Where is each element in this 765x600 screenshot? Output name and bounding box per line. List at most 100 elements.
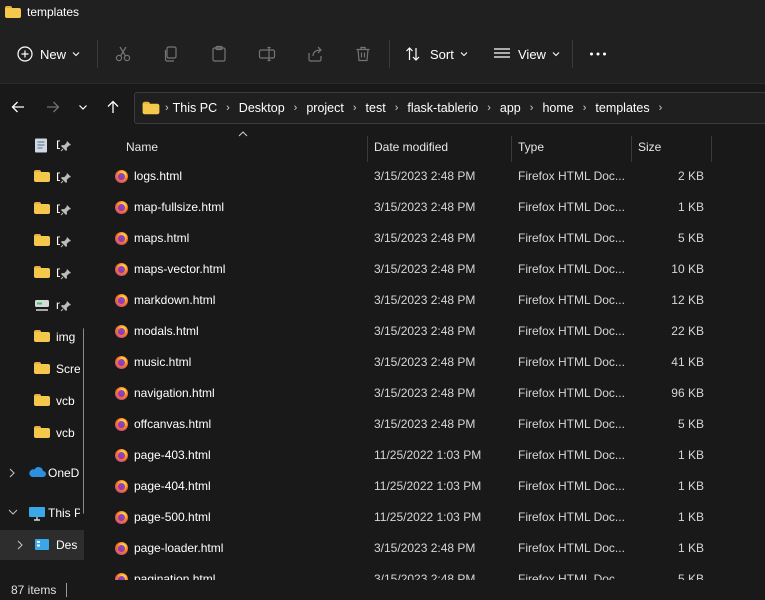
- file-name: map-fullsize.html: [134, 200, 225, 214]
- column-header-size[interactable]: Size: [638, 140, 661, 154]
- column-header-name[interactable]: Name: [126, 140, 158, 154]
- file-size: 1 KB: [677, 448, 704, 462]
- file-date: 3/15/2023 2:48 PM: [374, 200, 476, 214]
- copy-button[interactable]: [162, 38, 180, 70]
- file-type: Firefox HTML Doc...: [518, 386, 624, 400]
- firefox-html-icon: [115, 294, 128, 307]
- breadcrumb-item[interactable]: app ›: [500, 101, 543, 115]
- recent-locations-button[interactable]: [74, 98, 92, 116]
- share-icon: [308, 46, 322, 62]
- arrow-right-icon: [47, 101, 60, 113]
- file-list: Name Date modified Type Size logs.html 3/…: [96, 130, 765, 580]
- monitor-icon: [28, 506, 46, 524]
- sidebar-item[interactable]: D: [0, 258, 84, 288]
- view-button[interactable]: View: [493, 38, 560, 70]
- breadcrumb-separator-icon: ›: [529, 102, 534, 114]
- column-divider[interactable]: [711, 136, 712, 162]
- file-name: maps.html: [134, 231, 190, 245]
- sidebar-item[interactable]: D: [0, 226, 84, 256]
- file-size: 5 KB: [677, 572, 704, 580]
- paste-button[interactable]: [210, 38, 228, 70]
- more-options-button[interactable]: [589, 38, 607, 70]
- sidebar-item-label: This P: [48, 506, 80, 520]
- file-type: Firefox HTML Doc...: [518, 169, 624, 183]
- column-header-date[interactable]: Date modified: [374, 140, 448, 154]
- folder-icon: [34, 170, 50, 185]
- sidebar-item[interactable]: OneD: [0, 458, 84, 488]
- sidebar-item[interactable]: D: [0, 194, 84, 224]
- sidebar-item[interactable]: img: [0, 322, 84, 352]
- column-divider[interactable]: [511, 136, 512, 162]
- breadcrumb-item[interactable]: This PC ›: [173, 101, 239, 115]
- file-type: Firefox HTML Doc...: [518, 200, 624, 214]
- table-row[interactable]: markdown.html 3/15/2023 2:48 PM Firefox HT…: [96, 285, 765, 316]
- column-header-type[interactable]: Type: [518, 140, 544, 154]
- table-row[interactable]: music.html 3/15/2023 2:48 PM Firefox HTML …: [96, 347, 765, 378]
- breadcrumb-item[interactable]: project ›: [306, 101, 365, 115]
- breadcrumb-item[interactable]: templates ›: [595, 101, 671, 115]
- address-bar[interactable]: › This PC › Desktop › project › test › flask…: [134, 92, 765, 124]
- chevron-right-icon[interactable]: [8, 468, 16, 478]
- new-button[interactable]: New: [17, 38, 80, 70]
- file-date: 3/15/2023 2:48 PM: [374, 417, 476, 431]
- sidebar-item[interactable]: Des: [0, 530, 84, 560]
- sidebar-item[interactable]: n: [0, 290, 84, 320]
- file-size: 1 KB: [677, 541, 704, 555]
- table-row[interactable]: page-500.html 11/25/2022 1:03 PM Firefox H…: [96, 502, 765, 533]
- forward-button[interactable]: [44, 98, 62, 116]
- sidebar-item[interactable]: D: [0, 162, 84, 192]
- sidebar-item-label: Des: [56, 538, 78, 552]
- table-row[interactable]: page-loader.html 3/15/2023 2:48 PM Firefox…: [96, 533, 765, 564]
- folder-icon: [34, 426, 50, 441]
- breadcrumb-item[interactable]: Desktop ›: [239, 101, 307, 115]
- table-row[interactable]: modals.html 3/15/2023 2:48 PM Firefox HTML…: [96, 316, 765, 347]
- plus-circle-icon: [17, 46, 33, 62]
- sidebar-item[interactable]: This P: [0, 498, 84, 528]
- breadcrumb-item[interactable]: test ›: [366, 101, 408, 115]
- column-divider[interactable]: [367, 136, 368, 162]
- folder-icon: [34, 266, 50, 281]
- sidebar-item[interactable]: Scre: [0, 354, 84, 384]
- chevron-down-icon: [72, 52, 80, 57]
- chevron-right-icon[interactable]: [16, 540, 24, 550]
- table-row[interactable]: page-404.html 11/25/2022 1:03 PM Firefox H…: [96, 471, 765, 502]
- share-button[interactable]: [306, 38, 324, 70]
- table-row[interactable]: maps-vector.html 3/15/2023 2:48 PM Firefox…: [96, 254, 765, 285]
- title-bar[interactable]: templates: [0, 0, 765, 24]
- column-divider[interactable]: [631, 136, 632, 162]
- sidebar-item[interactable]: vcb: [0, 386, 84, 416]
- desktop-icon: [34, 538, 50, 555]
- scrollbar-thumb[interactable]: [83, 328, 84, 514]
- delete-button[interactable]: [354, 38, 372, 70]
- table-row[interactable]: page-403.html 11/25/2022 1:03 PM Firefox H…: [96, 440, 765, 471]
- table-row[interactable]: map-fullsize.html 3/15/2023 2:48 PM Firefo…: [96, 192, 765, 223]
- view-label: View: [518, 46, 546, 62]
- up-button[interactable]: [104, 98, 122, 116]
- firefox-html-icon: [115, 356, 128, 369]
- chevron-down-icon[interactable]: [8, 508, 18, 516]
- file-size: 1 KB: [677, 510, 704, 524]
- rename-button[interactable]: [258, 38, 276, 70]
- file-date: 11/25/2022 1:03 PM: [374, 510, 482, 524]
- breadcrumb-item[interactable]: home ›: [542, 101, 595, 115]
- table-row[interactable]: logs.html 3/15/2023 2:48 PM Firefox HTML D…: [96, 161, 765, 192]
- sidebar-item[interactable]: vcb: [0, 418, 84, 448]
- sidebar-item[interactable]: D: [0, 130, 84, 160]
- file-size: 22 KB: [671, 324, 704, 338]
- table-row[interactable]: navigation.html 3/15/2023 2:48 PM Firefox …: [96, 378, 765, 409]
- firefox-html-icon: [115, 449, 128, 462]
- cut-button[interactable]: [114, 38, 132, 70]
- table-row[interactable]: maps.html 3/15/2023 2:48 PM Firefox HTML D…: [96, 223, 765, 254]
- file-type: Firefox HTML Doc...: [518, 510, 624, 524]
- file-type: Firefox HTML Doc...: [518, 541, 624, 555]
- command-bar: New Sort View: [0, 24, 765, 84]
- sort-button[interactable]: Sort: [405, 38, 468, 70]
- breadcrumb-item[interactable]: flask-tablerio ›: [407, 101, 500, 115]
- file-date: 3/15/2023 2:48 PM: [374, 169, 476, 183]
- cut-icon: [115, 46, 131, 62]
- new-label: New: [40, 46, 67, 62]
- delete-icon: [356, 46, 370, 62]
- table-row[interactable]: pagination.html 3/15/2023 2:48 PM Firefox …: [96, 564, 765, 580]
- back-button[interactable]: [9, 98, 27, 116]
- table-row[interactable]: offcanvas.html 3/15/2023 2:48 PM Firefox H…: [96, 409, 765, 440]
